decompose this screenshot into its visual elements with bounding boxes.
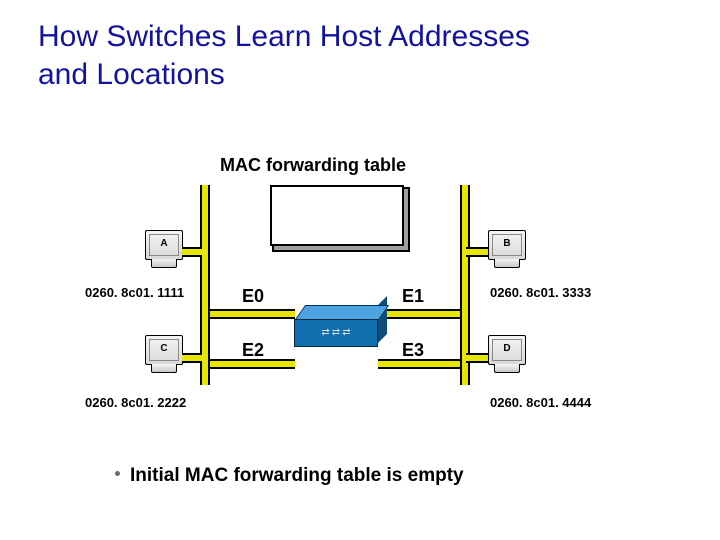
bullet-icon: [115, 471, 120, 476]
title-line-2: and Locations: [38, 58, 225, 91]
cable-d-hstub: [466, 353, 488, 363]
cable-e0: [200, 309, 295, 319]
cable-c-stub: [200, 365, 210, 385]
switch-arrows-icon: ⇄: [321, 328, 329, 338]
host-a-label: A: [146, 238, 182, 249]
mac-table-caption: MAC forwarding table: [220, 155, 406, 176]
port-e1-label: E1: [402, 286, 424, 307]
host-d: D: [488, 335, 526, 373]
host-b: B: [488, 230, 526, 268]
slide-title: How Switches Learn Host Addresses and Lo…: [38, 18, 530, 93]
cable-a-stub: [182, 247, 202, 257]
switch-arrows-icon: ⇄: [332, 328, 340, 338]
switch-arrows-icon: ⇄: [342, 328, 350, 338]
bullet-text: Initial MAC forwarding table is empty: [130, 465, 464, 486]
network-diagram: ⇄ ⇄ ⇄ E0 E1 E2 E3 A B C D 0260. 8c01. 11…: [100, 185, 620, 445]
host-a: A: [145, 230, 183, 268]
host-a-mac: 0260. 8c01. 1111: [85, 285, 184, 300]
host-c-mac: 0260. 8c01. 2222: [85, 395, 186, 410]
cable-b-stub: [466, 247, 488, 257]
host-c-label: C: [146, 343, 182, 354]
cable-e1: [378, 309, 468, 319]
cable-d-stub: [460, 365, 470, 385]
host-b-label: B: [489, 238, 525, 249]
host-b-mac: 0260. 8c01. 3333: [490, 285, 591, 300]
bullet-line: Initial MAC forwarding table is empty: [115, 465, 464, 487]
cable-c-hstub: [182, 353, 202, 363]
port-e0-label: E0: [242, 286, 264, 307]
host-c: C: [145, 335, 183, 373]
host-d-mac: 0260. 8c01. 4444: [490, 395, 591, 410]
host-d-label: D: [489, 343, 525, 354]
port-e3-label: E3: [402, 340, 424, 361]
mac-forwarding-table: [270, 185, 404, 246]
switch-icon: ⇄ ⇄ ⇄: [294, 305, 376, 349]
port-e2-label: E2: [242, 340, 264, 361]
title-line-1: How Switches Learn Host Addresses: [38, 20, 530, 53]
